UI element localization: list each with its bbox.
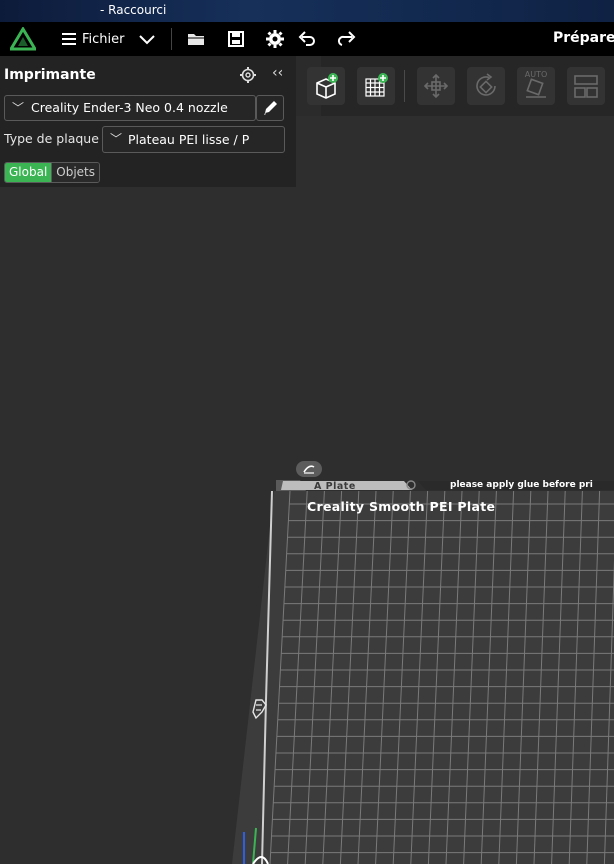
grid-line-vertical [515,490,532,864]
window-title: - Raccourci [100,3,167,17]
menu-bar: Fichier Préparer [0,22,614,56]
grid-line-vertical [551,490,566,864]
tab-global[interactable]: Global [5,163,52,182]
plate-glue-note: please apply glue before pri [450,480,593,490]
chevron-down-icon[interactable] [137,29,157,49]
chevron-down-icon: ﹀ [12,101,25,115]
edit-plate-button[interactable] [296,461,322,477]
grid-line-vertical [339,490,360,864]
arrange-grid-icon [365,73,388,97]
tab-objects[interactable]: Objets [51,163,100,182]
file-menu-button[interactable]: Fichier [60,28,125,50]
grid-line-vertical [375,490,394,864]
add-object-button[interactable] [307,67,345,105]
move-icon [423,73,449,99]
split-layout-button[interactable] [567,67,605,105]
collapse-panel-icon[interactable]: ‹‹ [272,65,283,81]
toolbar-separator [404,70,405,102]
grid-line-vertical [427,490,446,864]
grid-line-vertical [603,560,614,864]
file-menu-label: Fichier [82,31,125,47]
grid-line-vertical [269,490,291,864]
auto-label: AUTO [525,70,548,79]
grid-line-vertical [322,490,343,864]
window-title-bar: - Raccourci [0,0,614,22]
add-object-icon [316,73,338,99]
plate-type-select[interactable]: ﹀ Plateau PEI lisse / P [102,126,285,153]
printer-select[interactable]: ﹀ Creality Ender-3 Neo 0.4 nozzle [4,95,256,121]
pencil-icon [264,101,277,115]
pencil-icon [303,465,315,474]
auto-orient-icon: AUTO [525,70,548,98]
tab-prepare[interactable]: Préparer [553,30,614,46]
undo-icon[interactable] [297,29,317,49]
panel-title: Imprimante [4,67,96,83]
open-folder-icon[interactable] [186,29,206,49]
rotate-icon [476,73,496,96]
settings-scope-toggle: Global Objets [4,162,101,183]
printer-panel: Imprimante ‹‹ ﹀ Creality Ender-3 Neo 0.4… [0,56,296,187]
edit-printer-button[interactable] [256,95,284,121]
rotate-button[interactable] [467,67,505,105]
settings-icon[interactable] [265,29,285,49]
grid-line-vertical [568,490,583,864]
grid-line-vertical [304,490,325,864]
grid-line-vertical [287,490,308,864]
plate-tab-label: A Plate [314,481,356,492]
grid-line-vertical [533,490,549,864]
printer-settings-icon[interactable] [239,66,257,84]
grid-line-vertical [392,490,411,864]
plate-name: Creality Smooth PEI Plate [307,499,496,514]
chevron-down-icon: ﹀ [110,132,123,146]
grid-line-vertical [410,490,429,864]
split-layout-icon [574,75,598,98]
auto-orient-button[interactable]: AUTO [517,67,555,105]
menu-separator [171,28,172,50]
redo-icon[interactable] [337,29,357,49]
grid-line-vertical [463,490,480,864]
grid-line-vertical [498,490,515,864]
arrange-button[interactable] [357,67,395,105]
grid-line-vertical [586,490,601,864]
menu-icon [62,33,76,45]
grid-line-vertical [480,490,497,864]
move-button[interactable] [417,67,455,105]
save-icon[interactable] [226,29,246,49]
printer-select-value: Creality Ender-3 Neo 0.4 nozzle [31,100,228,115]
grid-line-vertical [357,490,377,864]
grid-line-vertical [445,490,463,864]
plate-type-value: Plateau PEI lisse / P [128,132,250,147]
plate-type-label: Type de plaque [4,131,99,146]
logo-icon[interactable] [10,27,36,51]
